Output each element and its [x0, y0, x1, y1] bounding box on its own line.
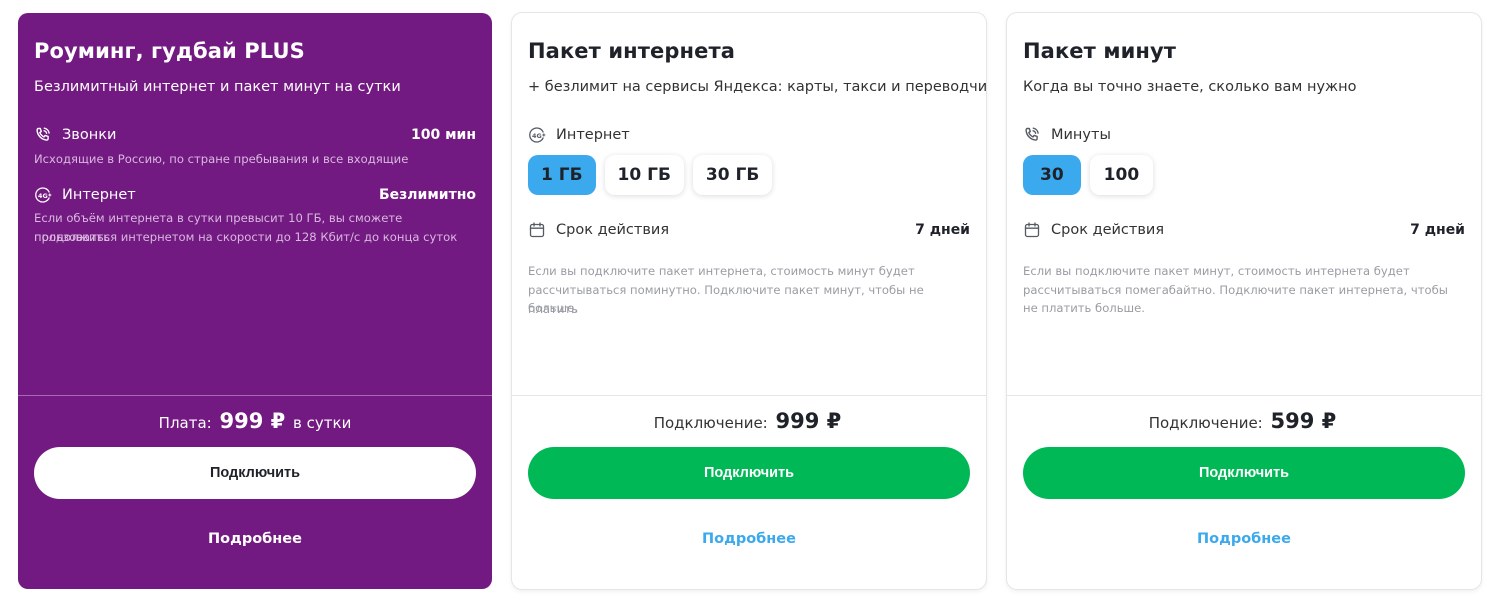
option-label: Интернет [556, 127, 630, 143]
more-link[interactable]: Подробнее [1007, 531, 1481, 547]
option-row: Минуты [1023, 125, 1465, 145]
note-line-2: рассчитываться помегабайтно. Подключите … [1023, 283, 1448, 297]
calls-value: 100 мин [410, 127, 476, 143]
price-line: Плата: 999 ₽ в сутки [18, 409, 492, 433]
card-subtitle: Когда вы точно знаете, сколько вам нужно [1023, 79, 1357, 95]
tariff-card-internet: Пакет интернета + безлимит на сервисы Ян… [512, 13, 986, 589]
divider [512, 395, 986, 396]
internet-value: Безлимитно [378, 187, 476, 203]
card-title: Пакет интернета [528, 39, 735, 63]
chip-30-min[interactable]: 30 [1023, 155, 1081, 195]
option-label: Минуты [1051, 127, 1111, 143]
svg-text:4G: 4G [532, 132, 542, 140]
chip-10gb[interactable]: 10 ГБ [604, 155, 684, 195]
connect-button[interactable]: Подключить [528, 447, 970, 499]
tariff-card-roaming: Роуминг, гудбай PLUS Безлимитный интерне… [18, 13, 492, 589]
validity-row: Срок действия 7 дней [1023, 220, 1465, 240]
tariff-card-minutes: Пакет минут Когда вы точно знаете, сколь… [1007, 13, 1481, 589]
price-amount: 999 ₽ [219, 409, 286, 433]
calls-note: Исходящие в Россию, по стране пребывания… [34, 152, 409, 166]
phone-icon [34, 126, 52, 144]
minutes-selector: 30 100 [1023, 155, 1154, 195]
card-title: Пакет минут [1023, 39, 1177, 63]
price-line: Подключение: 599 ₽ [1007, 409, 1481, 433]
price-prefix: Подключение: [1148, 414, 1263, 432]
connect-button[interactable]: Подключить [1023, 447, 1465, 499]
internet-note-line-2: пользоваться интернетом на скорости до 1… [34, 230, 458, 244]
calendar-icon [1023, 221, 1041, 239]
chip-30gb[interactable]: 30 ГБ [692, 155, 773, 195]
note-line-3: не платить больше. [1023, 301, 1145, 315]
price-prefix: Подключение: [653, 414, 768, 432]
price-amount: 999 ₽ [775, 409, 842, 433]
divider [1007, 395, 1481, 396]
note-line-1: Если вы подключите пакет минут, стоимост… [1023, 264, 1410, 278]
chip-1gb[interactable]: 1 ГБ [528, 155, 596, 195]
calls-label: Звонки [62, 127, 117, 143]
validity-value: 7 дней [915, 222, 970, 238]
validity-row: Срок действия 7 дней [528, 220, 970, 240]
price-suffix: в сутки [293, 414, 352, 432]
more-link[interactable]: Подробнее [18, 531, 492, 547]
validity-label: Срок действия [1051, 222, 1165, 238]
chip-100-min[interactable]: 100 [1089, 155, 1154, 195]
calls-row: Звонки 100 мин [34, 125, 476, 145]
validity-label: Срок действия [556, 222, 670, 238]
price-line: Подключение: 999 ₽ [512, 409, 986, 433]
internet-row: 4G Интернет Безлимитно [34, 185, 476, 205]
more-link[interactable]: Подробнее [512, 531, 986, 547]
price-amount: 599 ₽ [1270, 409, 1337, 433]
note-line-1: Если вы подключите пакет интернета, стои… [528, 264, 915, 278]
option-row: 4G Интернет [528, 125, 970, 145]
4g-icon: 4G [34, 186, 52, 204]
4g-icon: 4G [528, 126, 546, 144]
price-prefix: Плата: [158, 414, 212, 432]
calendar-icon [528, 221, 546, 239]
internet-label: Интернет [62, 187, 136, 203]
volume-selector: 1 ГБ 10 ГБ 30 ГБ [528, 155, 773, 195]
phone-icon [1023, 126, 1041, 144]
card-title: Роуминг, гудбай PLUS [34, 39, 305, 63]
connect-button[interactable]: Подключить [34, 447, 476, 499]
divider [18, 395, 492, 396]
card-subtitle: Безлимитный интернет и пакет минут на су… [34, 79, 401, 95]
svg-text:4G: 4G [38, 192, 48, 200]
note-line-3: больше. [528, 301, 578, 315]
validity-value: 7 дней [1410, 222, 1465, 238]
card-subtitle: + безлимит на сервисы Яндекса: карты, та… [528, 79, 986, 95]
